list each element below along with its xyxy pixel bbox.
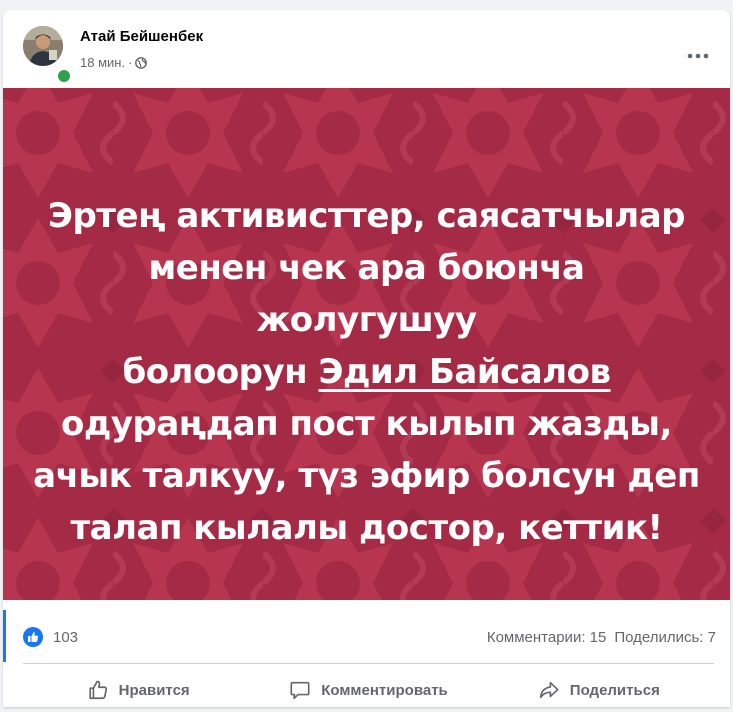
online-status-dot (56, 68, 72, 84)
image-text-line-2: менен чек ара боюнча жолугушуу (148, 248, 585, 340)
meta-separator: · (128, 55, 133, 70)
image-caption-text: Эртең активисттер, саясатчылар менен чек… (33, 190, 700, 554)
like-reaction-icon (23, 627, 43, 647)
share-button-label: Поделиться (569, 681, 660, 699)
author-name[interactable]: Атай Бейшенбек (80, 28, 203, 45)
image-text-line-1: Эртең активисттер, саясатчылар (48, 196, 685, 236)
share-arrow-icon (539, 681, 559, 699)
share-button[interactable]: Поделиться (484, 668, 714, 712)
likes-count: 103 (53, 628, 79, 646)
more-horizontal-icon (687, 53, 709, 59)
image-text-line-5: ачык талкуу, түз эфир болсун деп (33, 456, 700, 496)
divider (23, 663, 714, 664)
comments-count[interactable]: Комментарии: 15 (487, 629, 607, 646)
image-text-line-4: одураңдап пост кылып жазды, (61, 404, 672, 444)
like-button[interactable]: Нравится (23, 668, 253, 712)
shares-count[interactable]: Поделились: 7 (614, 629, 716, 646)
like-button-label: Нравится (118, 681, 190, 699)
post-time[interactable]: 18 мин. (80, 55, 125, 70)
comment-button[interactable]: Комментировать (253, 668, 483, 712)
post-image[interactable]: Эртең активисттер, саясатчылар менен чек… (3, 88, 730, 600)
comment-button-label: Комментировать (321, 681, 448, 699)
mention-link[interactable]: Эдил Байсалов (319, 352, 612, 392)
image-text-line-6: талап кылалы достор, кеттик! (70, 508, 663, 548)
post-meta: 18 мин. · (80, 55, 148, 70)
avatar[interactable] (23, 26, 63, 66)
post-stats: Комментарии: 15 Поделились: 7 (487, 629, 716, 646)
focus-accent-bar (3, 610, 6, 662)
comment-icon (290, 681, 310, 700)
globe-icon[interactable] (135, 56, 148, 69)
image-text-line-3-start: болоорун (122, 352, 319, 392)
thumbs-up-icon (89, 680, 107, 700)
post-actions: Нравится Комментировать Поделиться (23, 668, 714, 712)
reactions-summary[interactable]: 103 (23, 627, 78, 647)
image-text-line-3: болоорун Эдил Байсалов (33, 346, 700, 398)
more-options-button[interactable] (680, 38, 716, 74)
